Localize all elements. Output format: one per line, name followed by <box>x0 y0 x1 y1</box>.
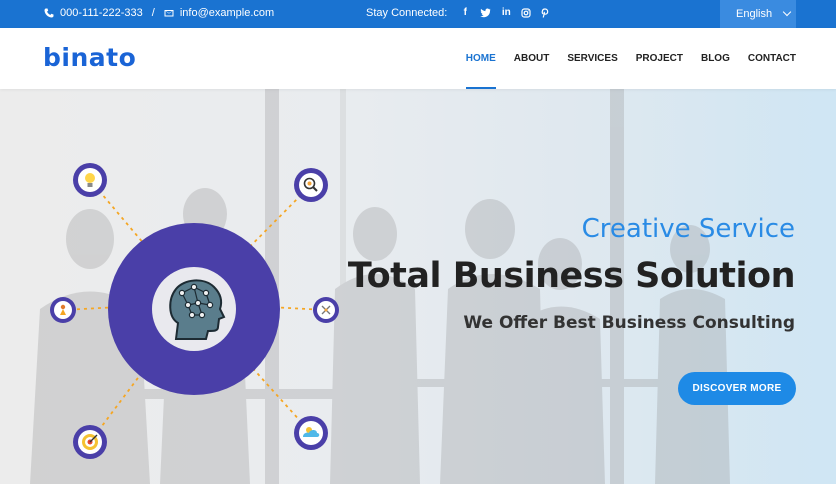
hero-banner: Creative Service Total Business Solution… <box>0 89 836 484</box>
brain-head-icon <box>169 279 226 340</box>
node-tools <box>313 297 339 323</box>
twitter-icon[interactable] <box>480 8 491 18</box>
pinterest-icon[interactable] <box>541 8 549 18</box>
stay-connected-label: Stay Connected: <box>366 7 448 19</box>
email-address[interactable]: info@example.com <box>180 7 274 19</box>
target-icon <box>82 434 98 450</box>
phone-icon <box>44 8 54 18</box>
discover-more-button[interactable]: DISCOVER MORE <box>678 372 796 405</box>
chevron-down-icon <box>782 7 792 17</box>
language-selector[interactable]: English <box>720 0 796 28</box>
node-target <box>73 425 107 459</box>
node-cloud <box>294 416 328 450</box>
contact-separator: / <box>151 7 155 19</box>
contact-info: 000-111-222-333 / info@example.com <box>44 7 274 19</box>
logo[interactable]: binato <box>43 43 136 72</box>
social-links: Stay Connected: f in <box>366 7 549 19</box>
nav-item-project[interactable]: PROJECT <box>636 28 683 89</box>
hero-diagram <box>50 163 339 459</box>
main-nav: HOME ABOUT SERVICES PROJECT BLOG CONTACT <box>465 28 796 89</box>
facebook-icon[interactable]: f <box>460 7 470 19</box>
hero-description: We Offer Best Business Consulting <box>463 313 795 333</box>
hero-subtitle: Creative Service <box>581 214 795 244</box>
nav-item-services[interactable]: SERVICES <box>567 28 617 89</box>
hero-title: Total Business Solution <box>347 256 796 296</box>
top-bar: 000-111-222-333 / info@example.com Stay … <box>0 0 836 28</box>
nav-item-about[interactable]: ABOUT <box>514 28 550 89</box>
nav-item-blog[interactable]: BLOG <box>701 28 730 89</box>
mail-icon <box>164 10 174 17</box>
nav-item-contact[interactable]: CONTACT <box>748 28 796 89</box>
lightbulb-icon <box>85 173 95 183</box>
node-lightbulb <box>73 163 107 197</box>
site-header: binato HOME ABOUT SERVICES PROJECT BLOG … <box>0 28 836 89</box>
nav-item-home[interactable]: HOME <box>465 28 496 89</box>
node-person <box>50 297 76 323</box>
language-label: English <box>736 8 773 20</box>
linkedin-icon[interactable]: in <box>501 7 511 19</box>
instagram-icon[interactable] <box>521 8 531 18</box>
phone-number[interactable]: 000-111-222-333 <box>60 7 143 19</box>
node-search <box>294 168 328 202</box>
